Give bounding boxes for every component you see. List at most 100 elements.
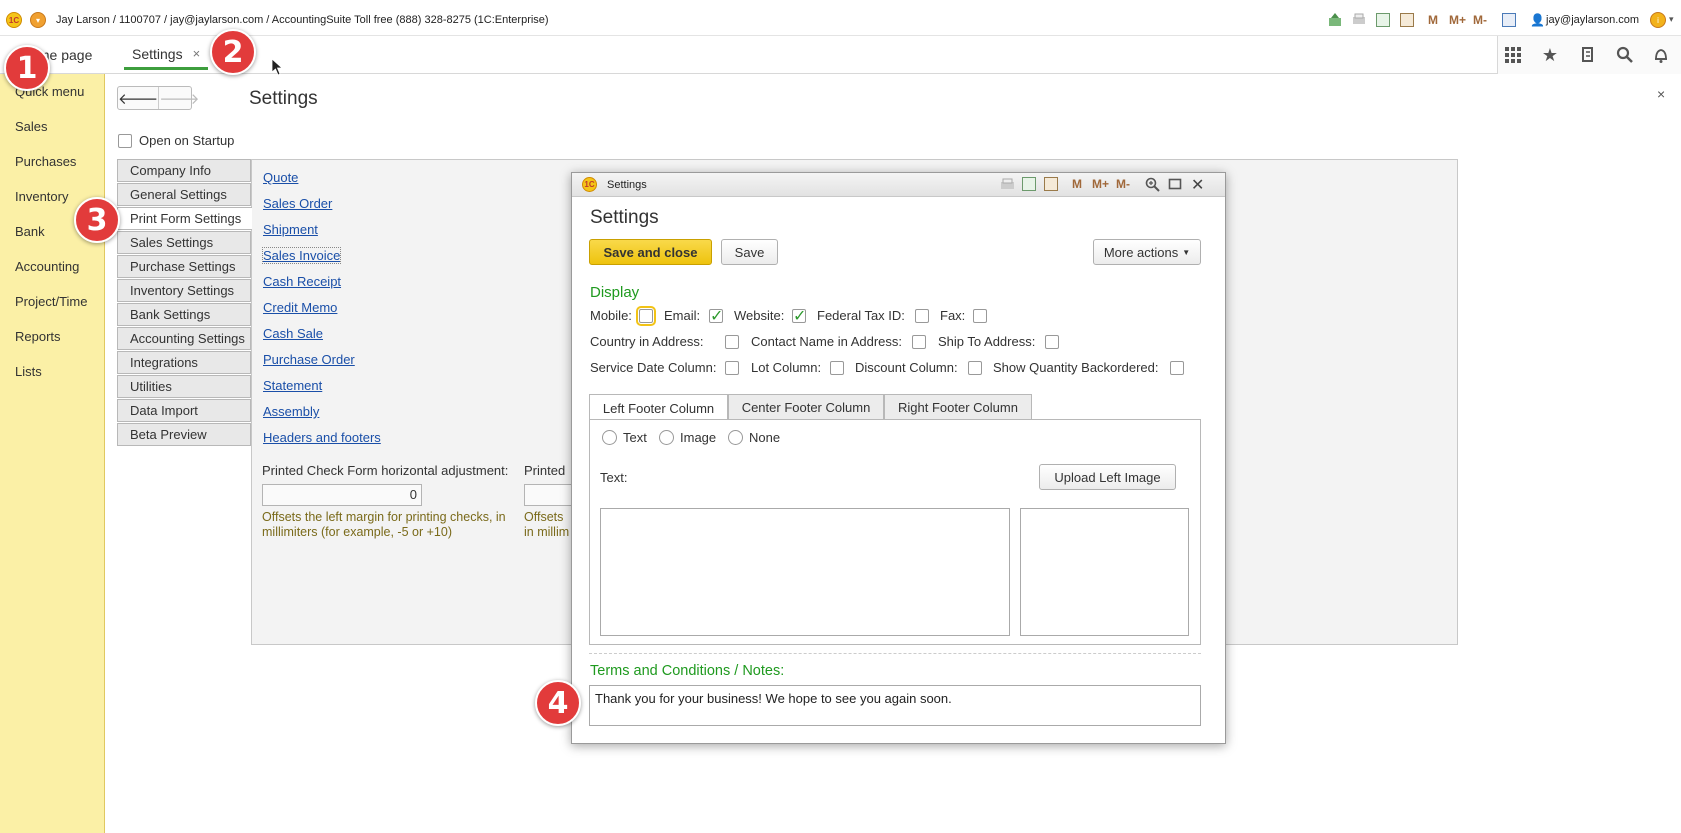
check-adjustment-input-2[interactable] [524, 484, 574, 506]
memory-add-button[interactable]: M+ [1449, 12, 1466, 28]
link-credit-memo[interactable]: Credit Memo [263, 300, 337, 315]
footer-text-area[interactable] [600, 508, 1010, 636]
sidebar-item-bank[interactable]: Bank [15, 224, 45, 239]
modal-titlebar[interactable]: 1C Settings M M+ M- ✕ [572, 173, 1225, 197]
radio-text-label: Text [623, 430, 647, 445]
fax-checkbox[interactable] [973, 309, 987, 323]
page-title: Settings [249, 88, 318, 109]
back-arrow-icon[interactable]: 🡐 [118, 87, 158, 109]
modal-logo-icon: 1C [582, 177, 597, 192]
tab-company-info[interactable]: Company Info [117, 159, 251, 182]
tab-center-footer-column[interactable]: Center Footer Column [728, 394, 884, 420]
favorites-star-icon[interactable]: ★ [1539, 44, 1561, 66]
sidebar-item-accounting[interactable]: Accounting [15, 259, 79, 274]
modal-memory-add-button[interactable]: M+ [1092, 177, 1109, 191]
tab-settings[interactable]: Settings × [124, 40, 209, 70]
open-on-startup-checkbox[interactable] [118, 134, 132, 148]
show-quantity-backordered-checkbox[interactable] [1170, 361, 1184, 375]
lot-column-label: Lot Column: [751, 360, 822, 375]
modal-close-icon[interactable]: ✕ [1191, 175, 1204, 195]
country-in-address-checkbox[interactable] [725, 335, 739, 349]
print-icon[interactable] [1351, 12, 1367, 28]
apps-grid-icon[interactable] [1502, 44, 1524, 66]
radio-none[interactable] [728, 430, 743, 445]
tab-print-form-settings[interactable]: Print Form Settings [117, 207, 252, 230]
modal-calculator-icon[interactable] [1022, 177, 1036, 191]
tab-bank-settings[interactable]: Bank Settings [117, 303, 251, 326]
info-icon[interactable]: i [1650, 12, 1666, 28]
link-assembly[interactable]: Assembly [263, 404, 319, 419]
tab-integrations[interactable]: Integrations [117, 351, 251, 374]
save-and-close-button[interactable]: Save and close [589, 239, 712, 265]
ship-to-address-checkbox[interactable] [1045, 335, 1059, 349]
history-icon[interactable] [1577, 44, 1599, 66]
upload-left-image-button[interactable]: Upload Left Image [1039, 464, 1176, 490]
tab-accounting-settings[interactable]: Accounting Settings [117, 327, 251, 350]
save-button[interactable]: Save [721, 239, 778, 265]
tab-general-settings[interactable]: General Settings [117, 183, 251, 206]
link-statement[interactable]: Statement [263, 378, 322, 393]
tab-inventory-settings[interactable]: Inventory Settings [117, 279, 251, 302]
main-menu-icon[interactable]: ▾ [30, 12, 46, 28]
tab-left-footer-column[interactable]: Left Footer Column [589, 394, 728, 421]
calendar-icon[interactable] [1400, 12, 1414, 28]
link-sales-invoice[interactable]: Sales Invoice [261, 247, 342, 264]
close-page-icon[interactable]: × [1657, 86, 1665, 102]
link-headers-and-footers[interactable]: Headers and footers [263, 430, 381, 445]
email-checkbox[interactable] [709, 306, 723, 326]
sidebar-item-sales[interactable]: Sales [15, 119, 48, 134]
search-icon[interactable] [1614, 44, 1636, 66]
panel-layout-icon[interactable] [1502, 12, 1516, 28]
modal-zoom-icon[interactable] [1145, 177, 1160, 195]
mobile-checkbox[interactable] [636, 306, 656, 326]
link-purchase-order[interactable]: Purchase Order [263, 352, 355, 367]
website-checkbox[interactable] [792, 306, 806, 326]
modal-maximize-icon[interactable] [1168, 177, 1182, 194]
sidebar-item-project-time[interactable]: Project/Time [15, 294, 87, 309]
tab-beta-preview[interactable]: Beta Preview [117, 423, 251, 446]
lot-column-checkbox[interactable] [830, 361, 844, 375]
radio-image[interactable] [659, 430, 674, 445]
link-cash-receipt[interactable]: Cash Receipt [263, 274, 341, 289]
terms-and-conditions-input[interactable]: Thank you for your business! We hope to … [589, 685, 1201, 726]
sidebar-item-inventory[interactable]: Inventory [15, 189, 68, 204]
close-tab-icon[interactable]: × [193, 46, 201, 61]
contact-name-in-address-checkbox[interactable] [912, 335, 926, 349]
link-quote[interactable]: Quote [263, 170, 298, 185]
tab-sales-settings[interactable]: Sales Settings [117, 231, 251, 254]
user-email[interactable]: jay@jaylarson.com [1546, 14, 1639, 26]
sidebar-item-purchases[interactable]: Purchases [15, 154, 76, 169]
more-actions-button[interactable]: More actions ▼ [1093, 239, 1201, 265]
link-sales-order[interactable]: Sales Order [263, 196, 332, 211]
window-title: Jay Larson / 1100707 / jay@jaylarson.com… [56, 14, 549, 26]
info-dropdown-icon[interactable]: ▾ [1669, 14, 1674, 25]
link-shipment[interactable]: Shipment [263, 222, 318, 237]
tab-purchase-settings[interactable]: Purchase Settings [117, 255, 251, 278]
modal-memory-store-button[interactable]: M [1072, 177, 1082, 191]
link-cash-sale[interactable]: Cash Sale [263, 326, 323, 341]
memory-subtract-button[interactable]: M- [1473, 12, 1487, 28]
forward-arrow-icon[interactable]: 🡒 [158, 87, 199, 109]
save-to-disk-icon[interactable] [1327, 12, 1343, 28]
federal-tax-id-checkbox[interactable] [915, 309, 929, 323]
tab-utilities[interactable]: Utilities [117, 375, 251, 398]
sidebar [0, 74, 105, 833]
notifications-bell-icon[interactable] [1650, 44, 1672, 66]
history-nav: 🡐 🡒 [117, 86, 199, 110]
app-logo-icon[interactable]: 1C [6, 12, 22, 28]
modal-calendar-icon[interactable] [1044, 177, 1058, 191]
calculator-icon[interactable] [1376, 12, 1390, 28]
discount-column-checkbox[interactable] [968, 361, 982, 375]
radio-text[interactable] [602, 430, 617, 445]
check-horizontal-adjustment-input[interactable]: 0 [262, 484, 422, 506]
chevron-down-icon: ▼ [1182, 247, 1191, 257]
sidebar-item-lists[interactable]: Lists [15, 364, 42, 379]
discount-column-label: Discount Column: [855, 360, 958, 375]
modal-memory-subtract-button[interactable]: M- [1116, 177, 1130, 191]
tab-data-import[interactable]: Data Import [117, 399, 251, 422]
sidebar-item-reports[interactable]: Reports [15, 329, 61, 344]
service-date-column-checkbox[interactable] [725, 361, 739, 375]
modal-print-icon[interactable] [1000, 177, 1015, 195]
memory-store-button[interactable]: M [1428, 12, 1438, 28]
tab-right-footer-column[interactable]: Right Footer Column [884, 394, 1032, 420]
